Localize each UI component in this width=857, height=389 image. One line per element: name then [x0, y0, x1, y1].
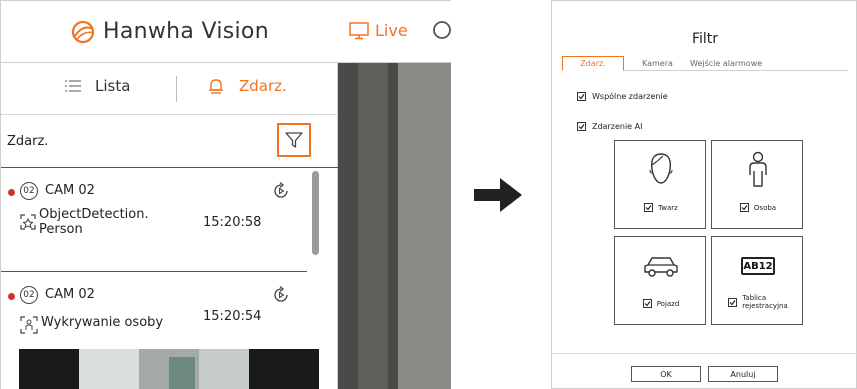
event-thumbnail[interactable] [19, 349, 319, 389]
tab-divider [176, 76, 177, 102]
app-event-view: Hanwha Vision Live Lista Zdarz. Zdarz. 0… [0, 0, 451, 389]
event-camera: CAM 02 [45, 287, 95, 302]
vehicle-checkbox[interactable] [642, 299, 652, 308]
screenshot-stage: Hanwha Vision Live Lista Zdarz. Zdarz. 0… [0, 0, 857, 389]
tab-lista-label: Lista [95, 77, 131, 95]
event-status-dot [8, 293, 15, 300]
video-preview [338, 63, 451, 389]
hanwha-logo-icon [71, 20, 95, 43]
event-status-dot [8, 189, 15, 196]
view-tabs: Lista Zdarz. [1, 63, 338, 115]
tab-kamera[interactable]: Kamera [642, 56, 673, 68]
replay-icon [274, 286, 288, 302]
object-detection-icon [19, 213, 37, 235]
bell-icon [209, 79, 223, 94]
event-type: ObjectDetection. Person [39, 207, 149, 237]
search-button[interactable] [431, 20, 451, 48]
face-checkbox[interactable] [644, 203, 654, 212]
arrow-right-icon [474, 178, 522, 212]
event-type: Wykrywanie osoby [41, 315, 164, 330]
face-label: Twarz [658, 203, 678, 212]
tab-events-label: Zdarz. [239, 77, 287, 95]
replay-icon [274, 182, 288, 198]
filter-row: Zdarz. [1, 115, 338, 168]
event-camera: CAM 02 [45, 183, 95, 198]
filter-button[interactable] [277, 123, 311, 157]
license-plate-icon: AB12 [712, 257, 804, 275]
event-list-scrollbar[interactable] [312, 171, 319, 255]
ai-event-checkbox[interactable] [577, 122, 586, 131]
common-event-option[interactable]: Wspólne zdarzenie [577, 92, 668, 101]
plate-text: AB12 [741, 257, 775, 275]
replay-button[interactable] [271, 285, 291, 309]
tab-zdarz[interactable]: Zdarz. [562, 56, 624, 71]
channel-number: 02 [20, 182, 38, 200]
tile-face[interactable]: Twarz [614, 140, 706, 229]
vehicle-label: Pojazd [656, 299, 680, 308]
license-plate-label: Tablica rejestracyjna [742, 294, 788, 310]
person-detection-icon [19, 315, 39, 339]
vehicle-icon [615, 255, 707, 279]
tile-license-plate[interactable]: AB12 Tablica rejestracyjna [711, 236, 803, 325]
brand-logo: Hanwha Vision [71, 19, 269, 44]
ai-event-label: Zdarzenie AI [592, 122, 643, 131]
brand-name: Hanwha Vision [103, 19, 269, 44]
event-time: 15:20:58 [203, 215, 262, 230]
dialog-footer-divider [552, 353, 857, 354]
live-button[interactable]: Live [349, 21, 408, 40]
filter-dialog: Filtr Zdarz. Kamera Wejście alarmowe Wsp… [551, 0, 857, 389]
event-divider [1, 271, 307, 272]
dialog-tabs: Zdarz. Kamera Wejście alarmowe [562, 56, 848, 71]
monitor-icon [349, 21, 369, 39]
live-label: Live [375, 21, 408, 40]
tab-alarm-input[interactable]: Wejście alarmowe [690, 56, 762, 68]
cancel-button[interactable]: Anuluj [708, 366, 778, 382]
replay-button[interactable] [271, 181, 291, 205]
person-icon [712, 151, 804, 189]
person-label: Osoba [753, 203, 777, 212]
person-checkbox[interactable] [739, 203, 749, 212]
face-icon [615, 151, 707, 187]
dialog-title: Filtr [691, 31, 719, 47]
event-time: 15:20:54 [203, 309, 262, 324]
common-event-label: Wspólne zdarzenie [592, 92, 668, 101]
common-event-checkbox[interactable] [577, 92, 586, 101]
search-icon [433, 21, 451, 39]
license-plate-checkbox[interactable] [728, 297, 738, 307]
tile-vehicle[interactable]: Pojazd [614, 236, 706, 325]
app-header: Hanwha Vision Live [1, 1, 451, 63]
filter-row-label: Zdarz. [7, 134, 49, 149]
list-icon [65, 80, 81, 92]
tab-events[interactable]: Zdarz. [207, 77, 287, 95]
channel-number: 02 [20, 286, 38, 304]
tile-person[interactable]: Osoba [711, 140, 803, 229]
ai-event-option[interactable]: Zdarzenie AI [577, 122, 642, 131]
funnel-icon [285, 132, 303, 148]
ok-button[interactable]: OK [631, 366, 701, 382]
event-panel: Lista Zdarz. Zdarz. 02 CAM 02 ObjectDete… [1, 63, 338, 389]
tab-lista[interactable]: Lista [65, 77, 130, 95]
